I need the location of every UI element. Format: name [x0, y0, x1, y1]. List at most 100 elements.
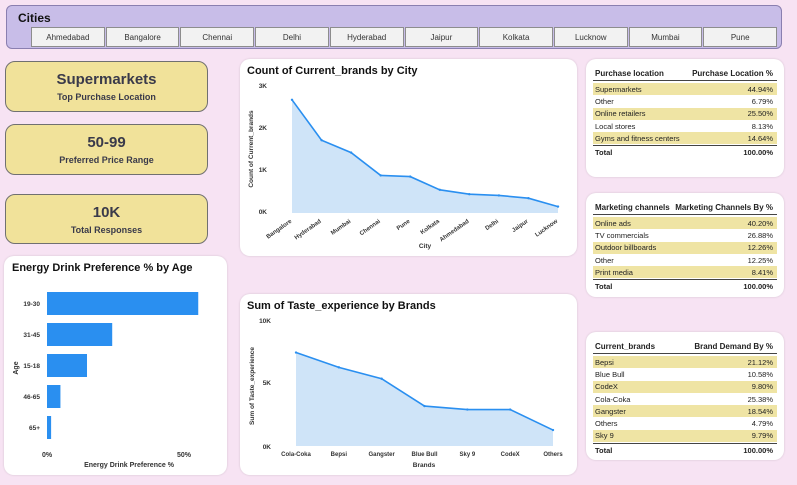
age-chart-xlabel: Energy Drink Preference % [84, 462, 175, 469]
cell-label: Supermarkets [595, 84, 642, 94]
cities-slicer: Cities Ahmedabad Bangalore Chennai Delhi… [6, 5, 782, 49]
total-value: 100.00% [743, 282, 773, 292]
cell-value: 12.25% [747, 255, 773, 265]
taste-point-cola-coka[interactable] [294, 351, 298, 354]
table-row: Gyms and fitness centers 14.64% [593, 132, 777, 145]
age-category-label: 31-45 [23, 332, 40, 339]
city-point-bangalore[interactable] [290, 98, 294, 101]
table-row: Other 6.79% [593, 95, 777, 107]
taste-point-sky-9[interactable] [466, 408, 469, 411]
table-row: Others 4.79% [593, 417, 777, 429]
city-button-ahmedabad[interactable]: Ahmedabad [31, 27, 105, 47]
cell-value: 8.41% [751, 267, 773, 277]
city-button-hyderabad[interactable]: Hyderabad [329, 27, 404, 47]
table-header: Marketing channels Marketing Channels By… [593, 203, 777, 215]
table-row: Cola-Coka 25.38% [593, 393, 777, 405]
city-point-jaipur[interactable] [527, 197, 530, 200]
city-button-mumbai[interactable]: Mumbai [628, 27, 703, 47]
city-point-pune[interactable] [409, 175, 412, 178]
age-preference-card: Energy Drink Preference % by Age Age 0% … [4, 256, 227, 475]
cell-value: 9.80% [751, 382, 773, 392]
total-label: Total [595, 446, 613, 456]
age-bar-15-18[interactable] [47, 354, 88, 377]
age-chart-ylabel: Age [13, 361, 20, 374]
city-point-hyderabad[interactable] [320, 139, 323, 142]
cell-value: 40.20% [747, 218, 773, 228]
cell-value: 9.79% [751, 431, 773, 441]
column-header[interactable]: Marketing channels [593, 203, 675, 212]
age-bar-19-30[interactable] [47, 292, 199, 315]
city-button-kolkata[interactable]: Kolkata [479, 27, 553, 47]
taste-point-gangster[interactable] [380, 377, 383, 380]
cell-label: Online retailers [595, 109, 646, 119]
taste-y-tick-10k: 10K [259, 318, 271, 325]
taste-brands-card: Sum of Taste_experience by Brands 10K 5K… [240, 294, 577, 475]
taste-x-tick-label: Others [543, 452, 563, 458]
taste-point-codex[interactable] [508, 408, 512, 411]
cell-label: Sky 9 [595, 431, 614, 441]
table-total-row: Total 100.00% [593, 443, 777, 457]
cell-label: Gyms and fitness centers [595, 133, 680, 143]
taste-x-tick-label: Blue Bull [411, 452, 437, 458]
city-point-mumbai[interactable] [349, 151, 353, 154]
age-category-label: 19-30 [23, 301, 40, 308]
column-header[interactable]: Purchase Location % [692, 69, 777, 78]
city-button-bangalore[interactable]: Bangalore [105, 27, 180, 47]
slicer-buttons: Ahmedabad Bangalore Chennai Delhi Hydera… [31, 27, 778, 47]
total-value: 100.00% [743, 148, 773, 158]
city-point-kolkata[interactable] [438, 188, 441, 191]
purchase-location-card: Purchase location Purchase Location % Su… [586, 59, 784, 177]
taste-y-tick-0k: 0K [263, 444, 272, 451]
age-x-tick-50: 50% [177, 452, 192, 459]
table-row: Print media 8.41% [593, 266, 777, 279]
city-button-jaipur[interactable]: Jaipur [404, 27, 479, 47]
table-total-row: Total 100.00% [593, 145, 777, 159]
city-x-tick-label: Pune [396, 218, 412, 232]
city-button-pune[interactable]: Pune [703, 27, 778, 47]
age-category-label: 46-65 [23, 394, 40, 401]
table-header: Purchase location Purchase Location % [593, 69, 777, 81]
city-button-chennai[interactable]: Chennai [180, 27, 255, 47]
total-value: 100.00% [743, 446, 773, 456]
taste-point-bepsi[interactable] [337, 366, 341, 369]
kpi-top-purchase-location: Supermarkets Top Purchase Location [5, 61, 208, 112]
age-bar-31-45[interactable] [47, 323, 113, 346]
slicer-title: Cities [18, 11, 51, 25]
kpi-value: 50-99 [87, 134, 126, 151]
cell-label: Local stores [595, 121, 636, 131]
taste-chart-ylabel: Sum of Taste_experience [249, 347, 256, 425]
age-bar-46-65[interactable] [47, 385, 61, 408]
column-header[interactable]: Brand Demand By % [694, 342, 777, 351]
city-point-delhi[interactable] [497, 194, 501, 197]
column-header[interactable]: Purchase location [593, 69, 692, 78]
city-button-lucknow[interactable]: Lucknow [553, 27, 628, 47]
city-point-lucknow[interactable] [556, 205, 560, 208]
brand-demand-card: Current_brands Brand Demand By % Bepsi 21… [586, 332, 784, 460]
cell-value: 25.50% [747, 109, 773, 119]
table-header: Current_brands Brand Demand By % [593, 342, 777, 354]
kpi-preferred-price-range: 50-99 Preferred Price Range [5, 124, 208, 175]
taste-y-tick-5k: 5K [263, 380, 272, 387]
column-header[interactable]: Current_brands [593, 342, 694, 351]
kpi-label: Preferred Price Range [59, 155, 154, 165]
city-y-tick-2k: 2K [259, 125, 268, 132]
taste-chart-xlabel: Brands [413, 462, 436, 469]
cell-value: 14.64% [747, 133, 773, 143]
taste-point-blue-bull[interactable] [423, 404, 426, 408]
cell-label: CodeX [595, 382, 618, 392]
column-header[interactable]: Marketing Channels By % [675, 203, 777, 212]
marketing-channels-card: Marketing channels Marketing Channels By… [586, 193, 784, 297]
city-point-ahmedabad[interactable] [468, 193, 471, 196]
city-x-tick-label: Bangalore [266, 218, 294, 240]
taste-point-others[interactable] [551, 428, 555, 432]
city-y-tick-3k: 3K [259, 83, 268, 90]
cell-value: 18.54% [747, 406, 773, 416]
city-button-delhi[interactable]: Delhi [255, 27, 329, 47]
purchase-location-table: Purchase location Purchase Location % Su… [593, 69, 777, 159]
cell-value: 8.13% [751, 121, 773, 131]
age-bar-chart: Age 0% 50% Energy Drink Preference % 19-… [13, 292, 199, 469]
table-row: Supermarkets 44.94% [593, 83, 777, 96]
city-point-chennai[interactable] [379, 174, 382, 177]
cell-value: 6.79% [751, 96, 773, 106]
age-bar-65[interactable] [47, 416, 52, 439]
